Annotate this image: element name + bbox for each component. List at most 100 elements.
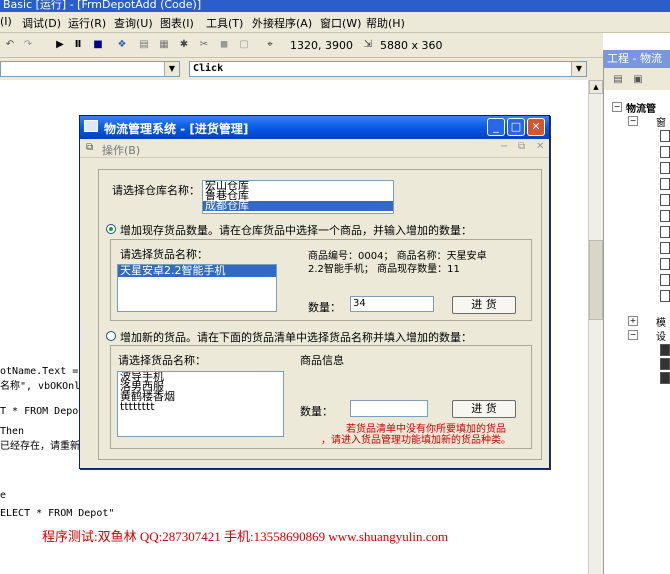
menu-addins[interactable]: 外接程序(A) — [252, 15, 312, 31]
form-icon[interactable] — [660, 162, 670, 174]
stop-icon[interactable]: ■ — [92, 39, 104, 51]
play-icon[interactable]: ▶ — [54, 39, 66, 51]
project-explorer-panel: 工程 - 物流 ▤ ▣ − 物流管 − 窗 + 模 − 设 — [603, 50, 670, 574]
collapse-icon[interactable]: − — [612, 102, 622, 112]
undo-icon[interactable]: ↶ — [4, 39, 16, 51]
code-line: e — [0, 490, 7, 501]
procedure-combo[interactable]: Click ▼ — [189, 61, 587, 77]
menu-query[interactable]: 查询(U) — [114, 15, 153, 31]
existing-goods-listbox[interactable]: 天星安卓2.2智能手机 — [117, 264, 277, 312]
menu-window[interactable]: 窗口(W) — [320, 15, 361, 31]
menu-insert[interactable]: (I) — [0, 15, 12, 28]
position-icon: ⌖ — [267, 39, 273, 50]
form-icon[interactable] — [660, 258, 670, 270]
menu-run[interactable]: 运行(R) — [68, 15, 106, 31]
new-goods-option-label: 增加新的货品。请在下面的货品清单中选择货品名称并填入增加的数量： — [120, 331, 472, 344]
new-goods-listbox[interactable]: 波导手机 洛男西服 黄鹤楼香烟 tttttttt — [117, 371, 284, 437]
expand-icon[interactable]: + — [628, 316, 638, 326]
menu-diagram[interactable]: 图表(I) — [160, 15, 194, 31]
view-object-icon[interactable]: ▣ — [632, 74, 644, 86]
designer-icon[interactable] — [660, 344, 670, 356]
tree-project-node[interactable]: 物流管 — [626, 100, 656, 115]
code-vertical-scrollbar[interactable]: ▲ — [588, 80, 603, 574]
stock-in-new-button[interactable]: 进 货 — [452, 400, 516, 418]
collapse-icon[interactable]: − — [628, 330, 638, 340]
close-icon[interactable]: ✕ — [527, 118, 545, 136]
form-icon[interactable] — [660, 194, 670, 206]
tree-modules-node[interactable]: 模 — [656, 314, 666, 329]
collapse-icon[interactable]: − — [628, 116, 638, 126]
app-window-icon — [84, 120, 98, 132]
form-icon[interactable] — [660, 146, 670, 158]
object-browser-icon[interactable]: ✱ — [178, 39, 190, 51]
qty-input[interactable]: 34 — [350, 296, 434, 312]
code-line: ELECT * FROM Depot" — [0, 508, 115, 519]
project-explorer-title: 工程 - 物流 — [604, 50, 670, 68]
child-window-icon: ⧉ — [86, 142, 94, 153]
code-line: T * FROM Depot — [0, 406, 85, 417]
menu-operations[interactable]: 操作(B) — [102, 142, 140, 158]
tester-credit: 程序测试:双鱼林 QQ:287307421 手机:13558690869 www… — [42, 529, 449, 544]
warehouse-label: 请选择仓库名称： — [112, 184, 200, 197]
child-minimize-icon[interactable]: − — [500, 141, 508, 152]
form-layout-icon[interactable]: ▦ — [158, 39, 170, 51]
list-item[interactable]: 成都仓库 — [203, 200, 393, 211]
tree-forms-node[interactable]: 窗 — [656, 114, 666, 129]
existing-goods-label: 请选择货品名称： — [120, 248, 208, 261]
designer-icon[interactable] — [660, 358, 670, 370]
list-item[interactable]: tttttttt — [118, 401, 283, 412]
qty-input-new[interactable] — [350, 400, 428, 417]
warning-text: ，请进入货品管理功能填加新的货品种类。 — [321, 435, 511, 446]
chevron-down-icon[interactable]: ▼ — [571, 62, 586, 76]
chevron-down-icon[interactable]: ▼ — [164, 62, 179, 76]
minimize-icon[interactable]: _ — [487, 118, 505, 136]
project-explorer-icon[interactable]: ❖ — [116, 39, 128, 51]
code-line: otName.Text = " — [0, 366, 91, 377]
menu-tools[interactable]: 工具(T) — [206, 15, 243, 31]
scroll-thumb[interactable] — [589, 240, 603, 320]
code-line: Then — [0, 426, 25, 437]
ide-title-bar: Basic [运行] - [FrmDepotAdd (Code)] — [0, 0, 670, 12]
menu-debug[interactable]: 调试(D) — [22, 15, 61, 31]
ide-toolbar: ↶ ↷ ▶ Ⅱ ■ ❖ ▤ ▦ ✱ ✂ ◼ ▢ ⌖ 1320, 3900 ⇲ 5… — [0, 33, 603, 58]
view-code-icon[interactable]: ▤ — [612, 74, 624, 86]
qty-label: 数量： — [308, 301, 341, 314]
object-combo[interactable]: ▼ — [0, 61, 180, 77]
tree-designers-node[interactable]: 设 — [656, 328, 666, 343]
maximize-icon[interactable]: □ — [507, 118, 525, 136]
designer-icon[interactable] — [660, 372, 670, 384]
existing-goods-radio[interactable] — [106, 224, 116, 234]
code-line: 已经存在，请重新 — [0, 441, 80, 452]
existing-goods-option-label: 增加现存货品数量。请在仓库货品中选择一个商品，并输入增加的数量： — [120, 224, 472, 237]
new-goods-radio[interactable] — [106, 331, 116, 341]
form-icon[interactable] — [660, 210, 670, 222]
project-explorer-toolbar: ▤ ▣ — [604, 68, 670, 90]
list-item[interactable]: 天星安卓2.2智能手机 — [118, 265, 276, 277]
procedure-combo-value: Click — [193, 63, 224, 74]
dialog-title: 物流管理系统 - [进货管理] — [104, 122, 249, 136]
scroll-up-icon[interactable]: ▲ — [589, 80, 603, 94]
form-icon[interactable] — [660, 290, 670, 302]
stock-in-button[interactable]: 进 货 — [452, 296, 516, 314]
data-view-icon[interactable]: ◼ — [218, 39, 230, 51]
properties-icon[interactable]: ▤ — [138, 39, 150, 51]
redo-icon[interactable]: ↷ — [22, 39, 34, 51]
child-close-icon[interactable]: ✕ — [536, 141, 544, 152]
ide-menubar: (I) 调试(D) 运行(R) 查询(U) 图表(I) 工具(T) 外接程序(A… — [0, 12, 670, 33]
form-icon[interactable] — [660, 242, 670, 254]
form-icon[interactable] — [660, 130, 670, 142]
toolbox-icon[interactable]: ✂ — [198, 39, 210, 51]
dialog-title-bar[interactable]: 物流管理系统 - [进货管理] _ □ ✕ — [80, 116, 549, 139]
menu-help[interactable]: 帮助(H) — [366, 15, 405, 31]
form-icon[interactable] — [660, 226, 670, 238]
size-icon: ⇲ — [363, 39, 373, 50]
stock-in-dialog: 物流管理系统 - [进货管理] _ □ ✕ ⧉ 操作(B) − ⧉ ✕ 请选择仓… — [79, 115, 550, 469]
size-readout: 5880 x 360 — [380, 39, 443, 52]
code-line: 名称", vbOKOnly — [0, 381, 87, 392]
child-restore-icon[interactable]: ⧉ — [518, 141, 525, 152]
form-icon[interactable] — [660, 178, 670, 190]
form-icon[interactable] — [660, 274, 670, 286]
pause-icon[interactable]: Ⅱ — [72, 39, 84, 51]
visual-component-icon[interactable]: ▢ — [238, 39, 250, 51]
warehouse-listbox[interactable]: 宏山仓库 鲁巷仓库 成都仓库 — [202, 180, 394, 214]
